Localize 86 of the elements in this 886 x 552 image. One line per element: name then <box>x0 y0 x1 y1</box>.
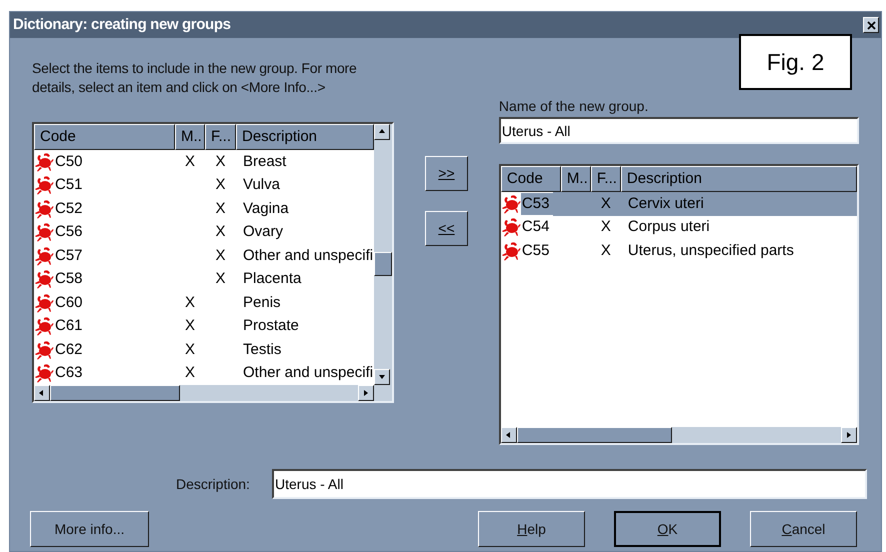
code-cell[interactable]: C61 <box>54 315 91 338</box>
scroll-thumb[interactable] <box>516 427 672 443</box>
crab-icon <box>34 316 54 336</box>
scroll-thumb[interactable] <box>50 385 180 401</box>
description-cell-text: Penis <box>242 292 281 312</box>
instructions-text: Select the items to include in the new group. For more details, select an item and click on <More Info...> <box>32 59 358 97</box>
column-header[interactable]: M.. <box>175 124 205 150</box>
close-button[interactable] <box>863 17 879 33</box>
description-field[interactable]: Uterus - All <box>272 469 867 499</box>
column-header[interactable]: F... <box>590 166 621 192</box>
f-cell-text: X <box>215 198 226 218</box>
code-cell[interactable]: C51 <box>54 174 91 196</box>
f-cell-text: X <box>215 222 226 242</box>
column-header[interactable]: F... <box>205 124 236 150</box>
code-cell[interactable]: C54 <box>520 216 558 239</box>
remove-button[interactable]: << <box>424 211 468 246</box>
crab-icon <box>34 246 54 266</box>
crab-icon <box>500 217 521 238</box>
m-cell-text: X <box>184 363 195 383</box>
m-cell-text: X <box>184 152 195 172</box>
close-icon <box>866 20 876 30</box>
group-name-field[interactable]: Uterus - All <box>498 117 859 144</box>
dialog-button[interactable]: Help <box>478 511 585 547</box>
m-cell-text: X <box>184 292 195 312</box>
figure-label: Fig. 2 <box>739 34 852 90</box>
crab-icon <box>34 175 54 196</box>
scroll-right-button[interactable] <box>841 427 857 443</box>
scroll-up-button[interactable] <box>374 124 390 140</box>
group-name-label: Name of the new group. <box>498 97 650 115</box>
add-button[interactable]: >> <box>424 156 468 191</box>
code-cell[interactable]: C60 <box>54 292 91 314</box>
crab-icon <box>500 240 521 261</box>
crab-icon <box>34 152 54 172</box>
crab-icon <box>500 194 521 214</box>
description-cell-text: Vagina <box>242 198 289 218</box>
crab-icon <box>34 269 54 290</box>
description-cell-text: Ovary <box>242 222 284 242</box>
description-cell-text: Breast <box>242 152 286 172</box>
description-cell-text: Vulva <box>242 175 280 195</box>
description-cell-text: Cervix uteri <box>626 194 704 214</box>
dialog-button[interactable]: More info... <box>30 511 149 547</box>
horizontal-scrollbar[interactable] <box>500 427 857 443</box>
description-cell-text: Other and unspecifi <box>242 246 374 266</box>
description-cell-text: Placenta <box>242 269 302 289</box>
vertical-scrollbar[interactable] <box>374 124 392 385</box>
m-cell-text: X <box>184 340 195 360</box>
description-cell-text: Corpus uteri <box>626 217 710 238</box>
code-cell[interactable]: C57 <box>54 244 91 267</box>
description-cell-text: Prostate <box>242 316 299 336</box>
window-title: Dictionary: creating new groups <box>13 14 231 35</box>
f-cell-text: X <box>600 217 611 238</box>
crab-icon <box>34 363 54 384</box>
f-cell-text: X <box>215 269 226 289</box>
description-label: Description: <box>176 474 251 494</box>
code-cell[interactable]: C50 <box>54 150 91 173</box>
scroll-down-button[interactable] <box>374 369 390 385</box>
f-cell-text: X <box>600 240 611 261</box>
scroll-thumb[interactable] <box>374 252 392 276</box>
crab-icon <box>34 198 54 219</box>
crab-icon <box>34 340 54 360</box>
code-cell[interactable]: C63 <box>54 362 91 384</box>
dialog-button[interactable]: Cancel <box>750 511 857 547</box>
description-cell-text: Uterus, unspecified parts <box>626 240 794 261</box>
crab-icon <box>34 292 54 313</box>
dialog-button[interactable]: OK <box>614 511 721 547</box>
description-cell-text: Other and unspecifi <box>242 363 374 383</box>
f-cell-text: X <box>215 175 226 195</box>
scroll-left-button[interactable] <box>500 427 517 443</box>
column-header[interactable]: Code <box>34 124 175 150</box>
scroll-left-button[interactable] <box>34 385 50 401</box>
f-cell-text: X <box>215 246 226 266</box>
code-cell[interactable]: C58 <box>54 268 91 290</box>
description-cell-text: Testis <box>242 340 282 360</box>
code-cell[interactable]: C52 <box>54 198 91 220</box>
f-cell-text: X <box>215 152 226 172</box>
column-header[interactable]: M.. <box>560 166 591 192</box>
f-cell-text: X <box>600 194 611 214</box>
crab-icon <box>34 222 54 242</box>
scroll-right-button[interactable] <box>358 385 374 401</box>
column-header[interactable]: Code <box>500 166 561 192</box>
code-cell[interactable]: C55 <box>520 240 558 262</box>
m-cell-text: X <box>184 316 195 336</box>
column-header[interactable]: Description <box>620 166 857 192</box>
code-cell[interactable]: C62 <box>54 338 91 361</box>
code-cell[interactable]: C56 <box>54 221 91 244</box>
column-header[interactable]: Description <box>236 124 374 150</box>
